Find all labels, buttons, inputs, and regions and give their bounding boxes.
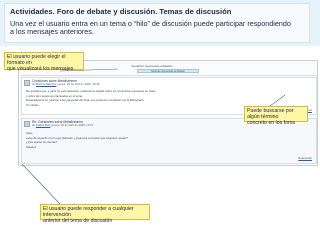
post-header: Re: Cuestiones sobre Metalhammer de Carl… xyxy=(32,120,232,127)
avatar xyxy=(24,121,30,127)
callout-search: Puede buscarse por algún término concret… xyxy=(244,106,308,126)
post-author-link[interactable]: Marcos Ramírez xyxy=(36,82,57,86)
page-subtitle-line-2: a los mensajes anteriores. xyxy=(10,27,94,37)
post-date: jueves, 25 de abril de 2008, 18:35 xyxy=(57,82,100,86)
callout-bottom-line-2: anterior del tema de discusión xyxy=(43,218,113,225)
display-mode-select[interactable]: Mostrar respuestas anidadas xyxy=(137,69,199,73)
post-author-prefix: de xyxy=(32,82,36,86)
reply-link[interactable]: Responder xyxy=(298,157,312,160)
title-box: Actividades. Foro de debate y discusión.… xyxy=(4,3,310,43)
divider xyxy=(21,75,317,76)
callout-right-line-2: concreto en los foros xyxy=(247,120,296,127)
post-body: Me gustaría que, a partir de esta discus… xyxy=(26,89,312,107)
arrow-bottom xyxy=(21,163,61,205)
post-author-link[interactable]: Carlos Ruiz xyxy=(36,123,50,127)
post-author-prefix: de xyxy=(32,123,36,127)
page-title: Actividades. Foro de debate y discusión.… xyxy=(10,7,232,16)
callout-reply: El usuario puede responder a cualquier i… xyxy=(40,204,150,224)
page-subtitle: Una vez el usuario entra en un tema o “h… xyxy=(10,19,304,37)
callout-left-line-1: El usuario puede elegir el formato en xyxy=(7,54,66,67)
avatar xyxy=(24,80,30,86)
callout-left-line-2: que visualizará los mensajes xyxy=(7,66,74,73)
post-line: Saludos. xyxy=(26,144,37,149)
post-author-line: de Carlos Ruiz jueves, 25 de abril de 20… xyxy=(32,123,232,127)
post-header: Cuestiones sobre Metalhammer de Marcos R… xyxy=(32,79,232,86)
post-author-line: de Marcos Ramírez jueves, 25 de abril de… xyxy=(32,82,232,86)
top-banner: Actividades. Foro de debate y discusión.… xyxy=(0,0,320,46)
display-mode-label: Visualizar respuestas anidadas xyxy=(131,64,173,68)
callout-display-format: El usuario puede elegir el formato en qu… xyxy=(4,52,84,73)
callout-right-line-1: Puede buscarse por algún término xyxy=(247,108,294,121)
callout-bottom-line-1: El usuario puede responder a cualquier i… xyxy=(43,206,134,219)
post-body: Hola, estoy de acuerdo con lo que plante… xyxy=(26,131,312,149)
post-date: jueves, 25 de abril de 2008, 19:07 xyxy=(51,123,94,127)
